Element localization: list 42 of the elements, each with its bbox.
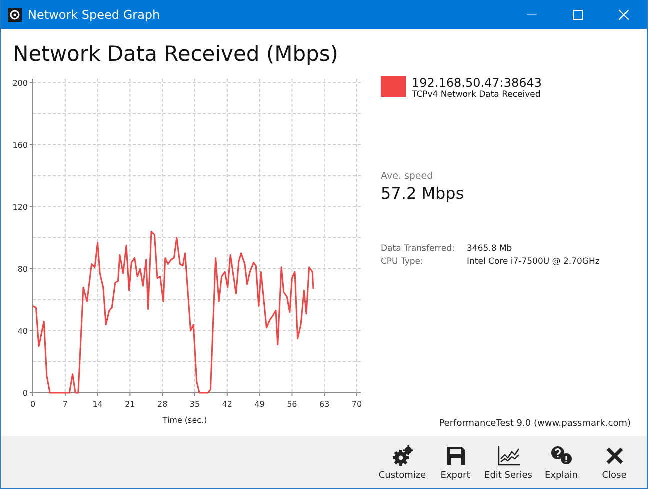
close-icon — [619, 10, 629, 20]
y-tick-label: 120 — [12, 203, 28, 212]
x-tick-label: 35 — [190, 400, 200, 409]
toolbar-button[interactable]: Edit Series — [482, 436, 535, 488]
x-tick-label: 7 — [62, 400, 68, 409]
y-tick-label: 40 — [18, 327, 28, 336]
app-icon — [8, 8, 22, 22]
x-tick-label: 49 — [254, 400, 265, 409]
toolbar-button[interactable]: Close — [588, 436, 641, 488]
average-label: Ave. speed — [381, 171, 434, 183]
gears-icon — [392, 445, 414, 467]
x-tick-label: 21 — [125, 400, 136, 409]
detail-label: CPU Type: — [381, 256, 424, 268]
x-tick-label: 42 — [222, 400, 232, 409]
graph-title: Network Data Received (Mbps) — [12, 41, 340, 68]
y-tick-label: 0 — [22, 389, 28, 398]
line-chart-icon — [498, 446, 520, 466]
x-tick-label: 63 — [320, 400, 330, 409]
legend-description: TCPv4 Network Data Received — [412, 90, 542, 101]
question-bubbles-icon — [550, 446, 572, 466]
toolbar-button[interactable]: Explain — [535, 436, 588, 488]
credit-text: PerformanceTest 9.0 (www.passmark.com) — [439, 418, 631, 430]
toolbar-button[interactable]: Export — [429, 436, 482, 488]
legend-name: 192.168.50.47:38643 — [412, 76, 542, 90]
minimize-icon — [527, 14, 537, 15]
toolbar-button[interactable]: Customize — [376, 436, 429, 488]
detail-value: Intel Core i7-7500U @ 2.70GHz — [467, 256, 601, 268]
x-tick-label: 28 — [158, 400, 168, 409]
window-title: Network Speed Graph — [28, 6, 160, 24]
x-tick-label: 0 — [30, 400, 36, 409]
x-tick-label: 70 — [352, 400, 362, 409]
y-tick-label: 80 — [18, 265, 28, 274]
y-tick-label: 160 — [12, 141, 28, 150]
maximize-icon — [573, 10, 583, 20]
x-tick-label: 56 — [287, 400, 298, 409]
detail-label: Data Transferred: — [381, 243, 456, 255]
detail-value: 3465.8 Mb — [467, 243, 514, 255]
x-tick-label: 14 — [92, 400, 103, 409]
close-icon — [606, 447, 624, 465]
x-axis-title: Time (sec.) — [162, 416, 208, 425]
average-value: 57.2 Mbps — [381, 183, 466, 205]
y-tick-label: 200 — [12, 79, 28, 88]
